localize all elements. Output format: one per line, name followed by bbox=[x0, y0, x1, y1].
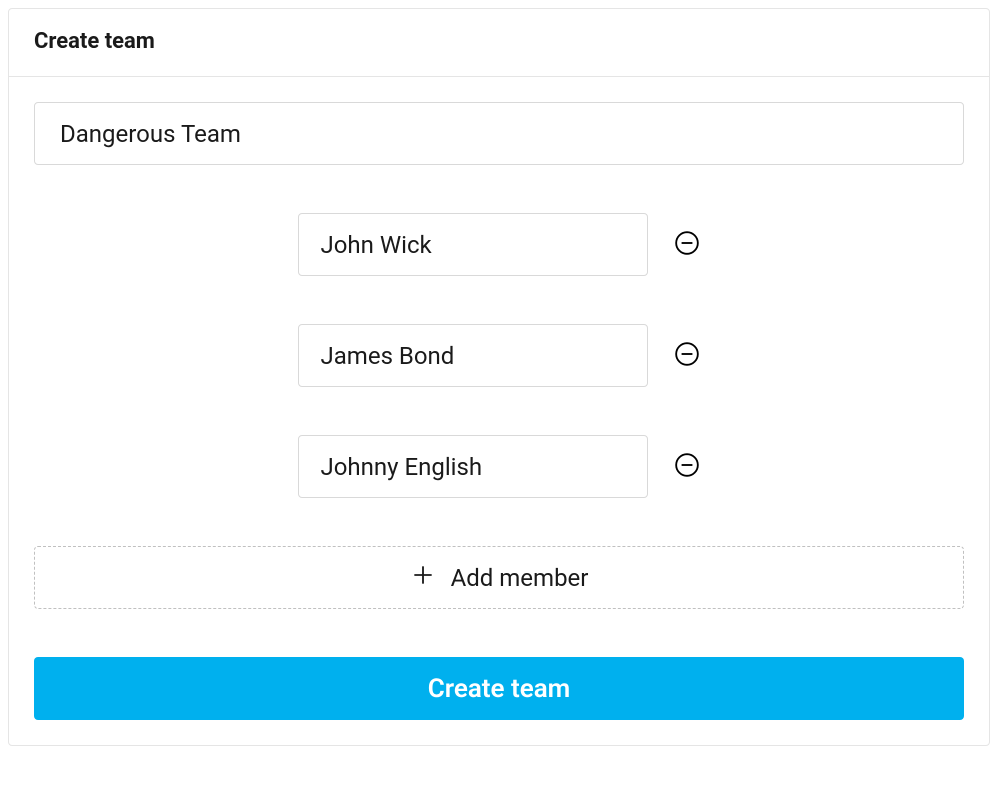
minus-circle-icon bbox=[674, 452, 700, 481]
create-team-button[interactable]: Create team bbox=[34, 657, 964, 720]
card-header: Create team bbox=[9, 9, 989, 77]
member-name-input[interactable] bbox=[298, 435, 648, 498]
remove-member-button[interactable] bbox=[673, 342, 701, 370]
add-member-label: Add member bbox=[451, 564, 589, 592]
remove-member-button[interactable] bbox=[673, 231, 701, 259]
minus-circle-icon bbox=[674, 230, 700, 259]
card-title: Create team bbox=[34, 29, 964, 54]
remove-member-button[interactable] bbox=[673, 453, 701, 481]
member-name-input[interactable] bbox=[298, 213, 648, 276]
member-row bbox=[298, 213, 701, 276]
member-row bbox=[298, 435, 701, 498]
team-name-input[interactable] bbox=[34, 102, 964, 165]
member-name-input[interactable] bbox=[298, 324, 648, 387]
member-row bbox=[298, 324, 701, 387]
plus-icon bbox=[410, 562, 436, 594]
create-team-card: Create team bbox=[8, 8, 990, 746]
members-list bbox=[34, 213, 964, 498]
add-member-button[interactable]: Add member bbox=[34, 546, 964, 609]
minus-circle-icon bbox=[674, 341, 700, 370]
card-body: Add member Create team bbox=[9, 77, 989, 745]
